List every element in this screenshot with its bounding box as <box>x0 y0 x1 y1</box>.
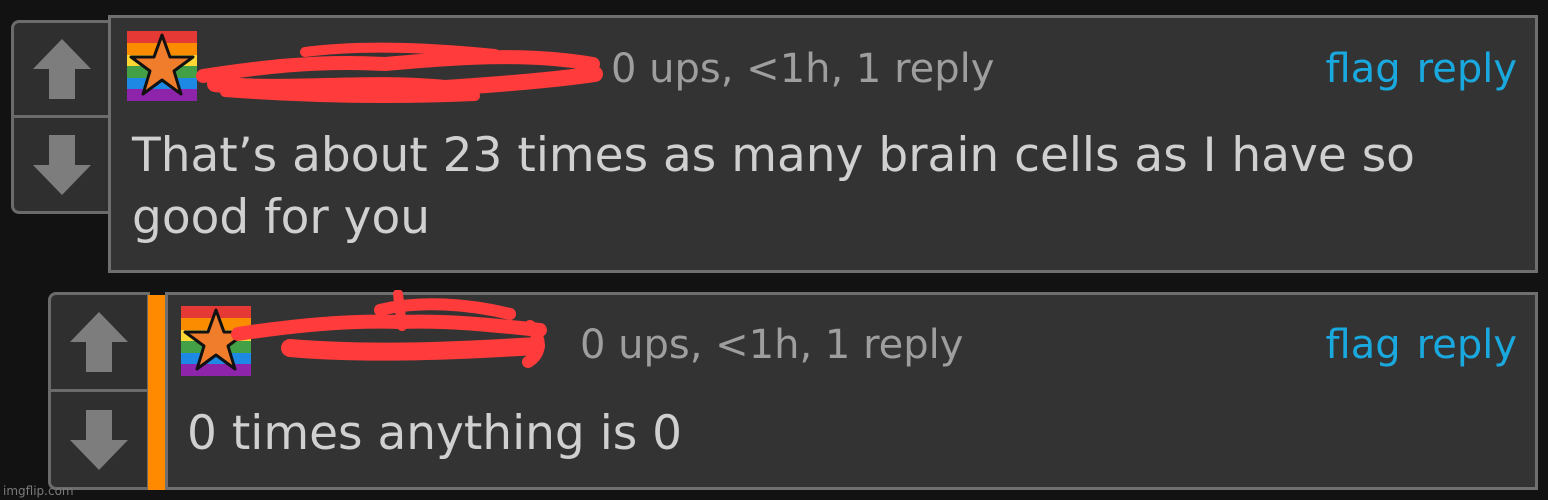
reply-link[interactable]: reply <box>1417 321 1517 369</box>
vote-column <box>48 292 150 490</box>
downvote-button[interactable] <box>14 118 110 211</box>
redacted-username-scribble <box>196 42 603 104</box>
arrow-up-icon <box>70 312 128 372</box>
vote-column <box>11 20 113 214</box>
comment-panel: 0 ups, <1h, 1 reply flag reply That’s ab… <box>108 15 1538 273</box>
comment-body: 0 times anything is 0 <box>187 406 683 461</box>
user-avatar[interactable] <box>127 31 197 101</box>
reply-link[interactable]: reply <box>1417 45 1517 93</box>
watermark: imgflip.com <box>3 484 74 498</box>
comment-body: That’s about 23 times as many brain cell… <box>132 128 1415 245</box>
comment-meta: 0 ups, <1h, 1 reply <box>580 322 964 368</box>
downvote-button[interactable] <box>51 392 147 487</box>
arrow-down-icon <box>70 409 128 470</box>
comment-meta: 0 ups, <1h, 1 reply <box>611 46 995 92</box>
upvote-button[interactable] <box>51 295 147 389</box>
flag-link[interactable]: flag <box>1326 45 1401 93</box>
flag-link[interactable]: flag <box>1326 321 1401 369</box>
comment-panel: 0 ups, <1h, 1 reply flag reply 0 times a… <box>165 290 1538 490</box>
upvote-button[interactable] <box>14 23 110 115</box>
arrow-down-icon <box>33 134 91 195</box>
redacted-username-scribble <box>231 290 547 368</box>
arrow-up-icon <box>33 39 91 99</box>
